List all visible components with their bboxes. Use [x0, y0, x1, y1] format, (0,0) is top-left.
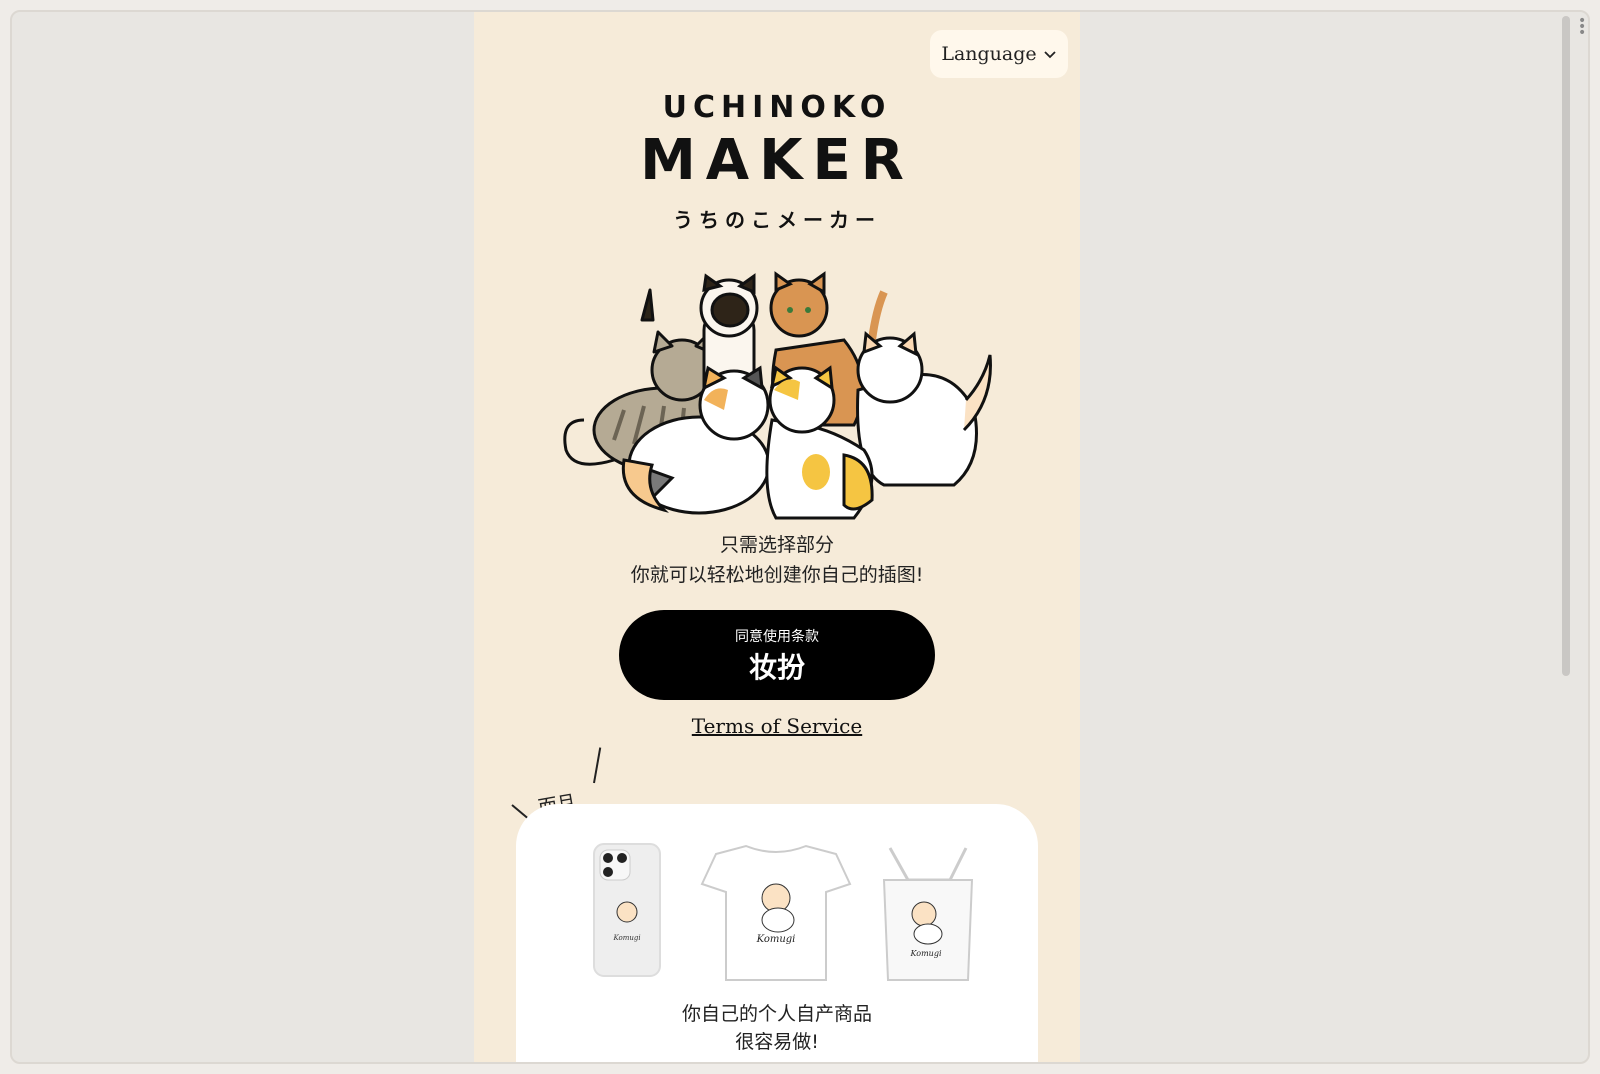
chevron-down-icon — [1044, 51, 1056, 59]
language-label: Language — [941, 43, 1037, 65]
cta-agree-text: 同意使用条款 — [735, 629, 819, 645]
logo-top-text: UCHINOKO — [662, 90, 892, 125]
tote-bag: Komugi — [882, 847, 974, 981]
logo-sub-text: うちのこメーカー — [673, 208, 881, 232]
tote-komugi: Komugi — [910, 949, 942, 958]
goods-card: Komugi Komugi Komugi 你自己的个人自产商品 很容易做! — [516, 804, 1038, 1062]
logo-main-text: MAKER — [640, 128, 914, 193]
tagline: 只需选择部分 你就可以轻松地创建你自己的插图! — [474, 530, 1080, 590]
terms-of-service-link[interactable]: Terms of Service — [474, 714, 1080, 738]
goods-illustration: Komugi Komugi Komugi — [593, 843, 974, 981]
more-options-icon[interactable]: • • • — [1578, 14, 1588, 40]
goods-caption-line2: 很容易做! — [735, 1031, 819, 1053]
tshirt-komugi: Komugi — [756, 934, 796, 945]
longhair-cat — [856, 330, 992, 487]
tagline-line1: 只需选择部分 — [719, 534, 834, 556]
goods-caption: 你自己的个人自产商品 很容易做! — [516, 1000, 1038, 1056]
start-dressup-button[interactable]: 同意使用条款 妆扮 — [619, 610, 935, 700]
phone-komugi: Komugi — [612, 934, 640, 942]
uchinoko-maker-logo: UCHINOKO MAKER うちのこメーカー — [624, 90, 930, 240]
app-page: Language UCHINOKO MAKER うちのこメーカー 只需选择部分 … — [474, 12, 1080, 1062]
page-scrollbar[interactable] — [1560, 16, 1572, 1062]
cta-main-text: 妆扮 — [748, 651, 805, 684]
scroll-thumb[interactable] — [1562, 16, 1570, 676]
tagline-line2: 你就可以轻松地创建你自己的插图! — [630, 564, 924, 586]
cats-illustration — [563, 271, 992, 520]
goods-caption-line1: 你自己的个人自产商品 — [681, 1003, 872, 1025]
t-shirt: Komugi — [700, 844, 852, 981]
language-button[interactable]: Language — [930, 30, 1068, 78]
browser-window: Language UCHINOKO MAKER うちのこメーカー 只需选择部分 … — [10, 10, 1590, 1064]
phone-case: Komugi — [593, 843, 661, 977]
decor-line-right — [593, 747, 602, 784]
